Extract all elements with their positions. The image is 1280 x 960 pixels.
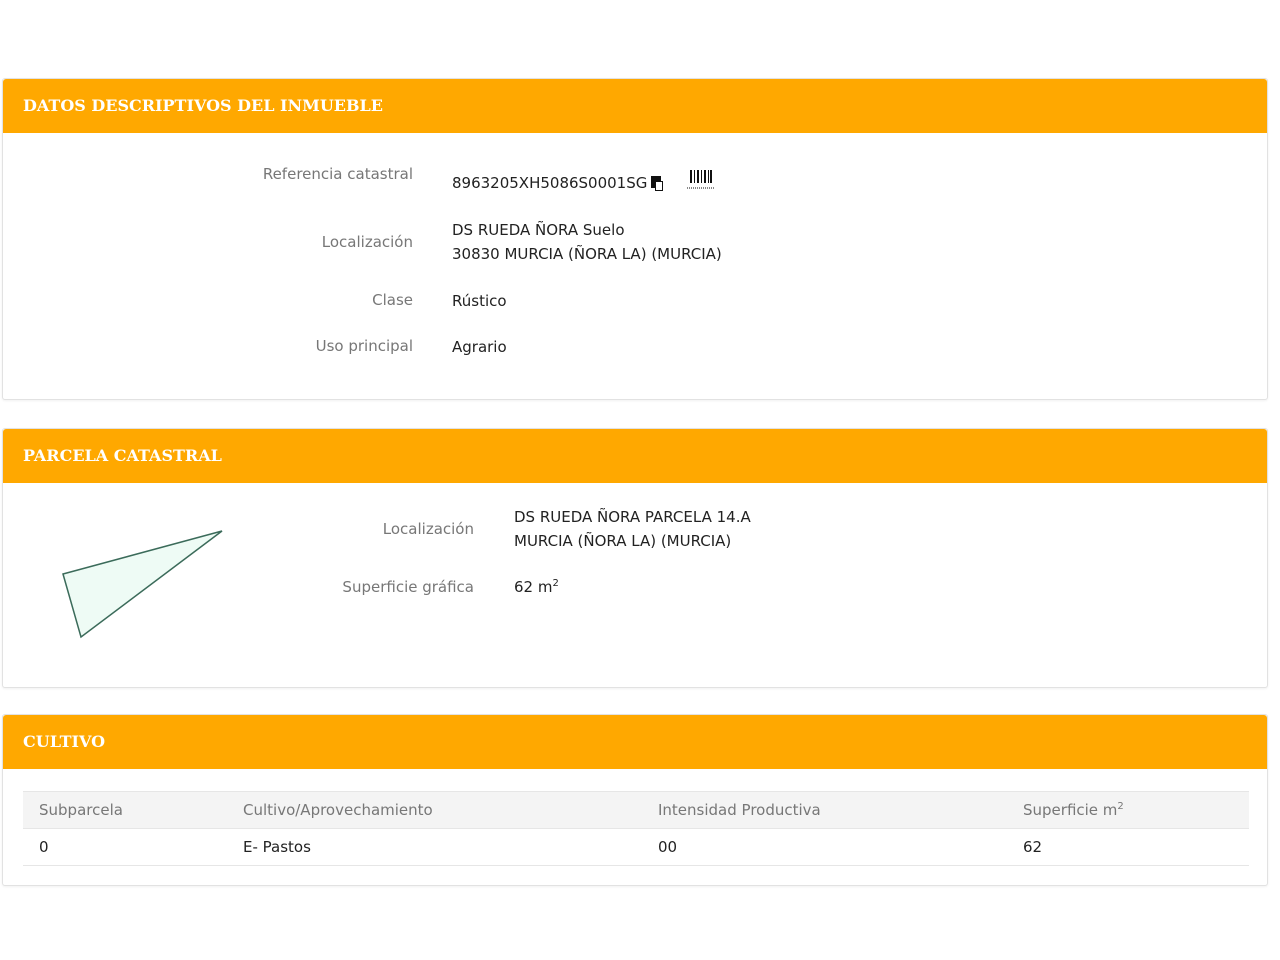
parcela-localizacion-line2: MURCIA (ÑORA LA) (MURCIA) xyxy=(514,532,732,550)
cultivo-header: CULTIVO xyxy=(3,715,1267,769)
referencia-value-row: 8963205XH5086S0001SG xyxy=(452,169,716,198)
localizacion-value: DS RUEDA ÑORA Suelo 30830 MURCIA (ÑORA L… xyxy=(452,218,722,266)
copy-icon[interactable] xyxy=(651,175,665,192)
parcela-localizacion-label: Localización xyxy=(382,520,474,538)
cell-subparcela: 0 xyxy=(23,828,227,866)
header-superficie: Superficie m2 xyxy=(1007,791,1249,829)
datos-descriptivos-header: DATOS DESCRIPTIVOS DEL INMUEBLE xyxy=(3,79,1267,133)
uso-principal-label: Uso principal xyxy=(315,337,413,355)
cell-superficie: 62 xyxy=(1007,828,1249,866)
header-intensidad: Intensidad Productiva xyxy=(642,791,1007,829)
parcela-catastral-panel: PARCELA CATASTRAL Localización DS RUEDA … xyxy=(2,428,1268,688)
cultivo-panel: CULTIVO Subparcela Cultivo/Aprovechamien… xyxy=(2,714,1268,886)
parcela-localizacion-line1: DS RUEDA ÑORA PARCELA 14.A xyxy=(514,508,751,526)
localizacion-label: Localización xyxy=(321,233,413,251)
cultivo-table: Subparcela Cultivo/Aprovechamiento Inten… xyxy=(23,791,1249,866)
referencia-value[interactable]: 8963205XH5086S0001SG xyxy=(452,174,647,192)
header-cultivo: Cultivo/Aprovechamiento xyxy=(227,791,642,829)
uso-principal-value: Agrario xyxy=(452,338,507,356)
cell-intensidad: 00 xyxy=(642,828,1007,866)
clase-value: Rústico xyxy=(452,292,507,310)
superficie-grafica-number: 62 m xyxy=(514,578,553,596)
superficie-grafica-sup: 2 xyxy=(552,578,559,589)
table-row: 0 E- Pastos 00 62 xyxy=(23,828,1249,866)
localizacion-line2: 30830 MURCIA (ÑORA LA) (MURCIA) xyxy=(452,245,722,263)
cell-cultivo: E- Pastos xyxy=(227,828,642,866)
superficie-grafica-label: Superficie gráfica xyxy=(342,578,474,596)
localizacion-line1: DS RUEDA ÑORA Suelo xyxy=(452,221,625,239)
barcode-icon[interactable] xyxy=(687,169,716,198)
superficie-grafica-value: 62 m2 xyxy=(514,575,559,599)
header-superficie-label: Superficie m xyxy=(1023,801,1118,819)
cultivo-table-header-row: Subparcela Cultivo/Aprovechamiento Inten… xyxy=(23,791,1249,829)
parcela-catastral-header: PARCELA CATASTRAL xyxy=(3,429,1267,483)
datos-descriptivos-panel: DATOS DESCRIPTIVOS DEL INMUEBLE Referenc… xyxy=(2,78,1268,400)
header-superficie-sup: 2 xyxy=(1117,801,1124,812)
clase-label: Clase xyxy=(372,291,413,309)
header-subparcela: Subparcela xyxy=(23,791,227,829)
referencia-label: Referencia catastral xyxy=(262,165,413,183)
parcela-localizacion-value: DS RUEDA ÑORA PARCELA 14.A MURCIA (ÑORA … xyxy=(514,505,751,553)
